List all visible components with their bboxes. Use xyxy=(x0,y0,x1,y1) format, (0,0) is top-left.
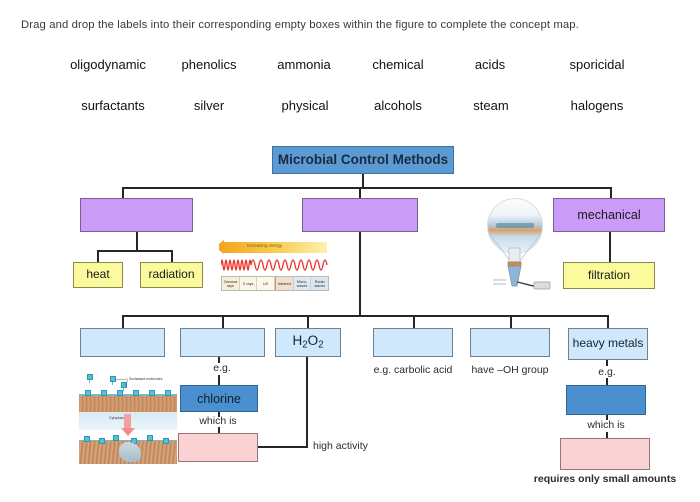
caption-high-activity: high activity xyxy=(313,440,368,452)
caption-eg-heavy-metals: e.g. xyxy=(598,366,616,378)
em-arrow-label: Increasing energy xyxy=(247,242,282,248)
connector-chlorine-down-a xyxy=(218,412,220,417)
em-band-radiowaves: Radio waves xyxy=(311,277,329,290)
membrane-diagram: Surfactant molecules Cytoplasm xyxy=(79,372,177,464)
chlorine-node: chlorine xyxy=(180,385,258,412)
connector-mechanical-down xyxy=(609,232,611,262)
caption-oh-group: have –OH group xyxy=(471,364,549,376)
connector-halogens-down-a xyxy=(218,357,220,363)
connector-halogens-down-b xyxy=(218,375,220,385)
connector-physical-down xyxy=(136,232,138,251)
root-node-microbial-control-methods: Microbial Control Methods xyxy=(272,146,454,174)
radiation-node: radiation xyxy=(140,262,203,288)
em-band-uv: UV xyxy=(257,277,276,290)
oligodynamic-dropzone[interactable] xyxy=(560,438,650,470)
connector-root-down xyxy=(362,174,364,188)
connector-peroxide-down xyxy=(306,357,308,448)
heat-node: heat xyxy=(73,262,123,288)
connector-to-heat xyxy=(97,250,99,262)
heavy-metals-node: heavy metals xyxy=(568,328,648,360)
mechanical-node: mechanical xyxy=(553,198,665,232)
em-band-gamma: Gamma rays xyxy=(222,277,240,290)
caption-eg-halogens: e.g. xyxy=(213,362,231,374)
connector-level1-bus xyxy=(122,187,612,189)
connector-silver-down-a xyxy=(606,415,608,420)
em-band-infrared: Infrared xyxy=(275,277,294,290)
connector-to-radiation xyxy=(171,250,173,262)
membrane-lipid-bilayer xyxy=(79,394,177,414)
connector-to-surfactants xyxy=(122,315,124,328)
filtration-node: filtration xyxy=(563,262,655,289)
surfactants-dropzone[interactable] xyxy=(80,328,165,357)
surfactant-membrane-image: Surfactant molecules Cytoplasm xyxy=(79,372,177,464)
connector-physical-bus xyxy=(97,250,173,252)
connector-to-chemical xyxy=(359,187,361,198)
caption-carbolic-acid: e.g. carbolic acid xyxy=(373,364,453,376)
chemical-dropzone[interactable] xyxy=(302,198,418,232)
halogens-dropzone[interactable] xyxy=(180,328,265,357)
connector-to-mechanical xyxy=(610,187,612,198)
caption-requires-small-amounts: requires only small amounts xyxy=(533,473,677,485)
connector-to-phenolics xyxy=(413,315,415,328)
physical-dropzone[interactable] xyxy=(80,198,193,232)
caption-which-is-metal: which is xyxy=(587,419,625,431)
electromagnetic-spectrum-image: Increasing energy Gamma rays X rays UV I… xyxy=(219,240,333,292)
em-waveform xyxy=(221,259,328,271)
connector-chemical-bus xyxy=(122,315,608,317)
phenolics-dropzone[interactable] xyxy=(373,328,453,357)
silver-dropzone[interactable] xyxy=(566,385,646,415)
filtration-apparatus-image xyxy=(481,196,555,294)
connector-heavy-metals-down-a xyxy=(606,360,608,366)
connector-to-halogens xyxy=(222,315,224,328)
alcohols-dropzone[interactable] xyxy=(470,328,550,357)
connector-peroxide-elbow xyxy=(258,446,308,448)
peroxide-node: H2O2 xyxy=(275,328,341,357)
filtration-funnel-lines xyxy=(490,235,551,290)
screen: Drag and drop the labels into their corr… xyxy=(0,0,700,502)
connector-to-heavy-metals xyxy=(607,315,609,328)
concept-map: Microbial Control Methods mechanical hea… xyxy=(0,0,700,502)
connector-heavy-metals-down-b xyxy=(606,378,608,385)
em-band-bar: Gamma rays X rays UV Infrared Micro- wav… xyxy=(221,276,329,291)
connector-to-peroxide xyxy=(307,315,309,328)
sporicidal-dropzone[interactable] xyxy=(178,433,258,462)
connector-to-physical xyxy=(122,187,124,198)
em-band-microwaves: Micro- waves xyxy=(293,277,312,290)
em-band-xrays: X rays xyxy=(239,277,258,290)
connector-to-alcohols xyxy=(510,315,512,328)
em-increasing-energy-arrow: Increasing energy xyxy=(219,240,327,254)
connector-chemical-down xyxy=(359,232,361,316)
peroxide-formula: H2O2 xyxy=(292,333,324,351)
membrane-disruption-arrow xyxy=(120,414,135,436)
